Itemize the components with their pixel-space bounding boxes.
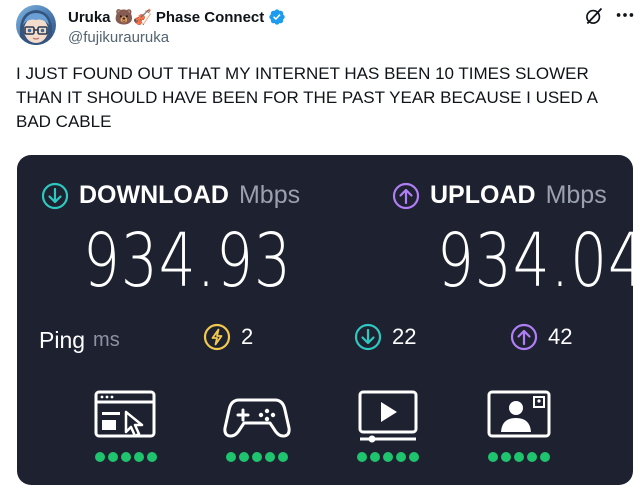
video-player-icon (358, 390, 418, 443)
gaming-rating (221, 388, 293, 462)
author-handle[interactable]: @fujikurauruka (68, 29, 169, 46)
download-ping-stat: 22 (354, 323, 416, 351)
video-call-icon (487, 390, 551, 438)
browser-cursor-icon (94, 390, 156, 438)
download-header: DOWNLOAD Mbps (41, 181, 300, 210)
download-ping-value: 22 (392, 324, 417, 349)
upload-label: UPLOAD (430, 181, 536, 209)
rating-dot (501, 452, 511, 462)
upload-unit: Mbps (545, 181, 607, 209)
anime-avatar-icon (20, 10, 52, 45)
avatar[interactable] (16, 5, 56, 45)
ping-label-row: Ping ms (39, 327, 120, 354)
rating-dot (396, 452, 406, 462)
grok-icon[interactable] (584, 6, 604, 26)
rating-dot (527, 452, 537, 462)
rating-dot (239, 452, 249, 462)
rating-dot (265, 452, 275, 462)
rating-dots (221, 452, 293, 462)
upload-arrow-icon (392, 182, 420, 209)
rating-dot (278, 452, 288, 462)
download-speed-value: 934.93 (83, 217, 292, 305)
lightning-circle-icon (203, 323, 231, 351)
jitter-stat: 2 (203, 323, 253, 351)
rating-dots (352, 452, 424, 462)
rating-dot (540, 452, 550, 462)
rating-dot (488, 452, 498, 462)
rating-dot (121, 452, 131, 462)
rating-dot (108, 452, 118, 462)
rating-dot (383, 452, 393, 462)
display-name[interactable]: Uruka (68, 9, 111, 26)
download-unit: Mbps (238, 181, 301, 209)
rating-dot (134, 452, 144, 462)
rating-dot (514, 452, 524, 462)
rating-dots (90, 452, 162, 462)
download-label: DOWNLOAD (79, 181, 229, 209)
upload-ping-value: 42 (548, 324, 573, 349)
upload-speed-value: 934.04 (437, 217, 633, 305)
more-icon[interactable] (614, 4, 636, 26)
rating-dot (357, 452, 367, 462)
down-arrow-circle-icon (354, 323, 382, 351)
jitter-value: 2 (241, 324, 254, 349)
name-emojis: 🐻🎻 (114, 8, 152, 26)
gamepad-icon (223, 398, 291, 438)
rating-dot (252, 452, 262, 462)
video-call-rating (483, 388, 555, 462)
streaming-rating (352, 388, 424, 462)
ping-unit: ms (93, 329, 120, 351)
verified-badge-icon (269, 9, 285, 25)
upload-ping-stat: 42 (510, 323, 572, 351)
rating-dot (226, 452, 236, 462)
rating-dots (483, 452, 555, 462)
rating-dot (370, 452, 380, 462)
ping-label: Ping (39, 327, 86, 353)
up-arrow-circle-icon (510, 323, 538, 351)
affiliation: Phase Connect (155, 8, 265, 26)
rating-dot (409, 452, 419, 462)
upload-header: UPLOAD Mbps (392, 181, 607, 210)
speedtest-image[interactable]: DOWNLOAD Mbps UPLOAD Mbps 934.93 934.04 … (17, 155, 633, 485)
rating-dot (95, 452, 105, 462)
browsing-rating (90, 388, 162, 462)
author-name-row[interactable]: Uruka 🐻🎻 Phase Connect (68, 8, 286, 26)
rating-dot (147, 452, 157, 462)
download-arrow-icon (41, 182, 69, 209)
tweet-text: I JUST FOUND OUT THAT MY INTERNET HAS BE… (16, 64, 597, 131)
